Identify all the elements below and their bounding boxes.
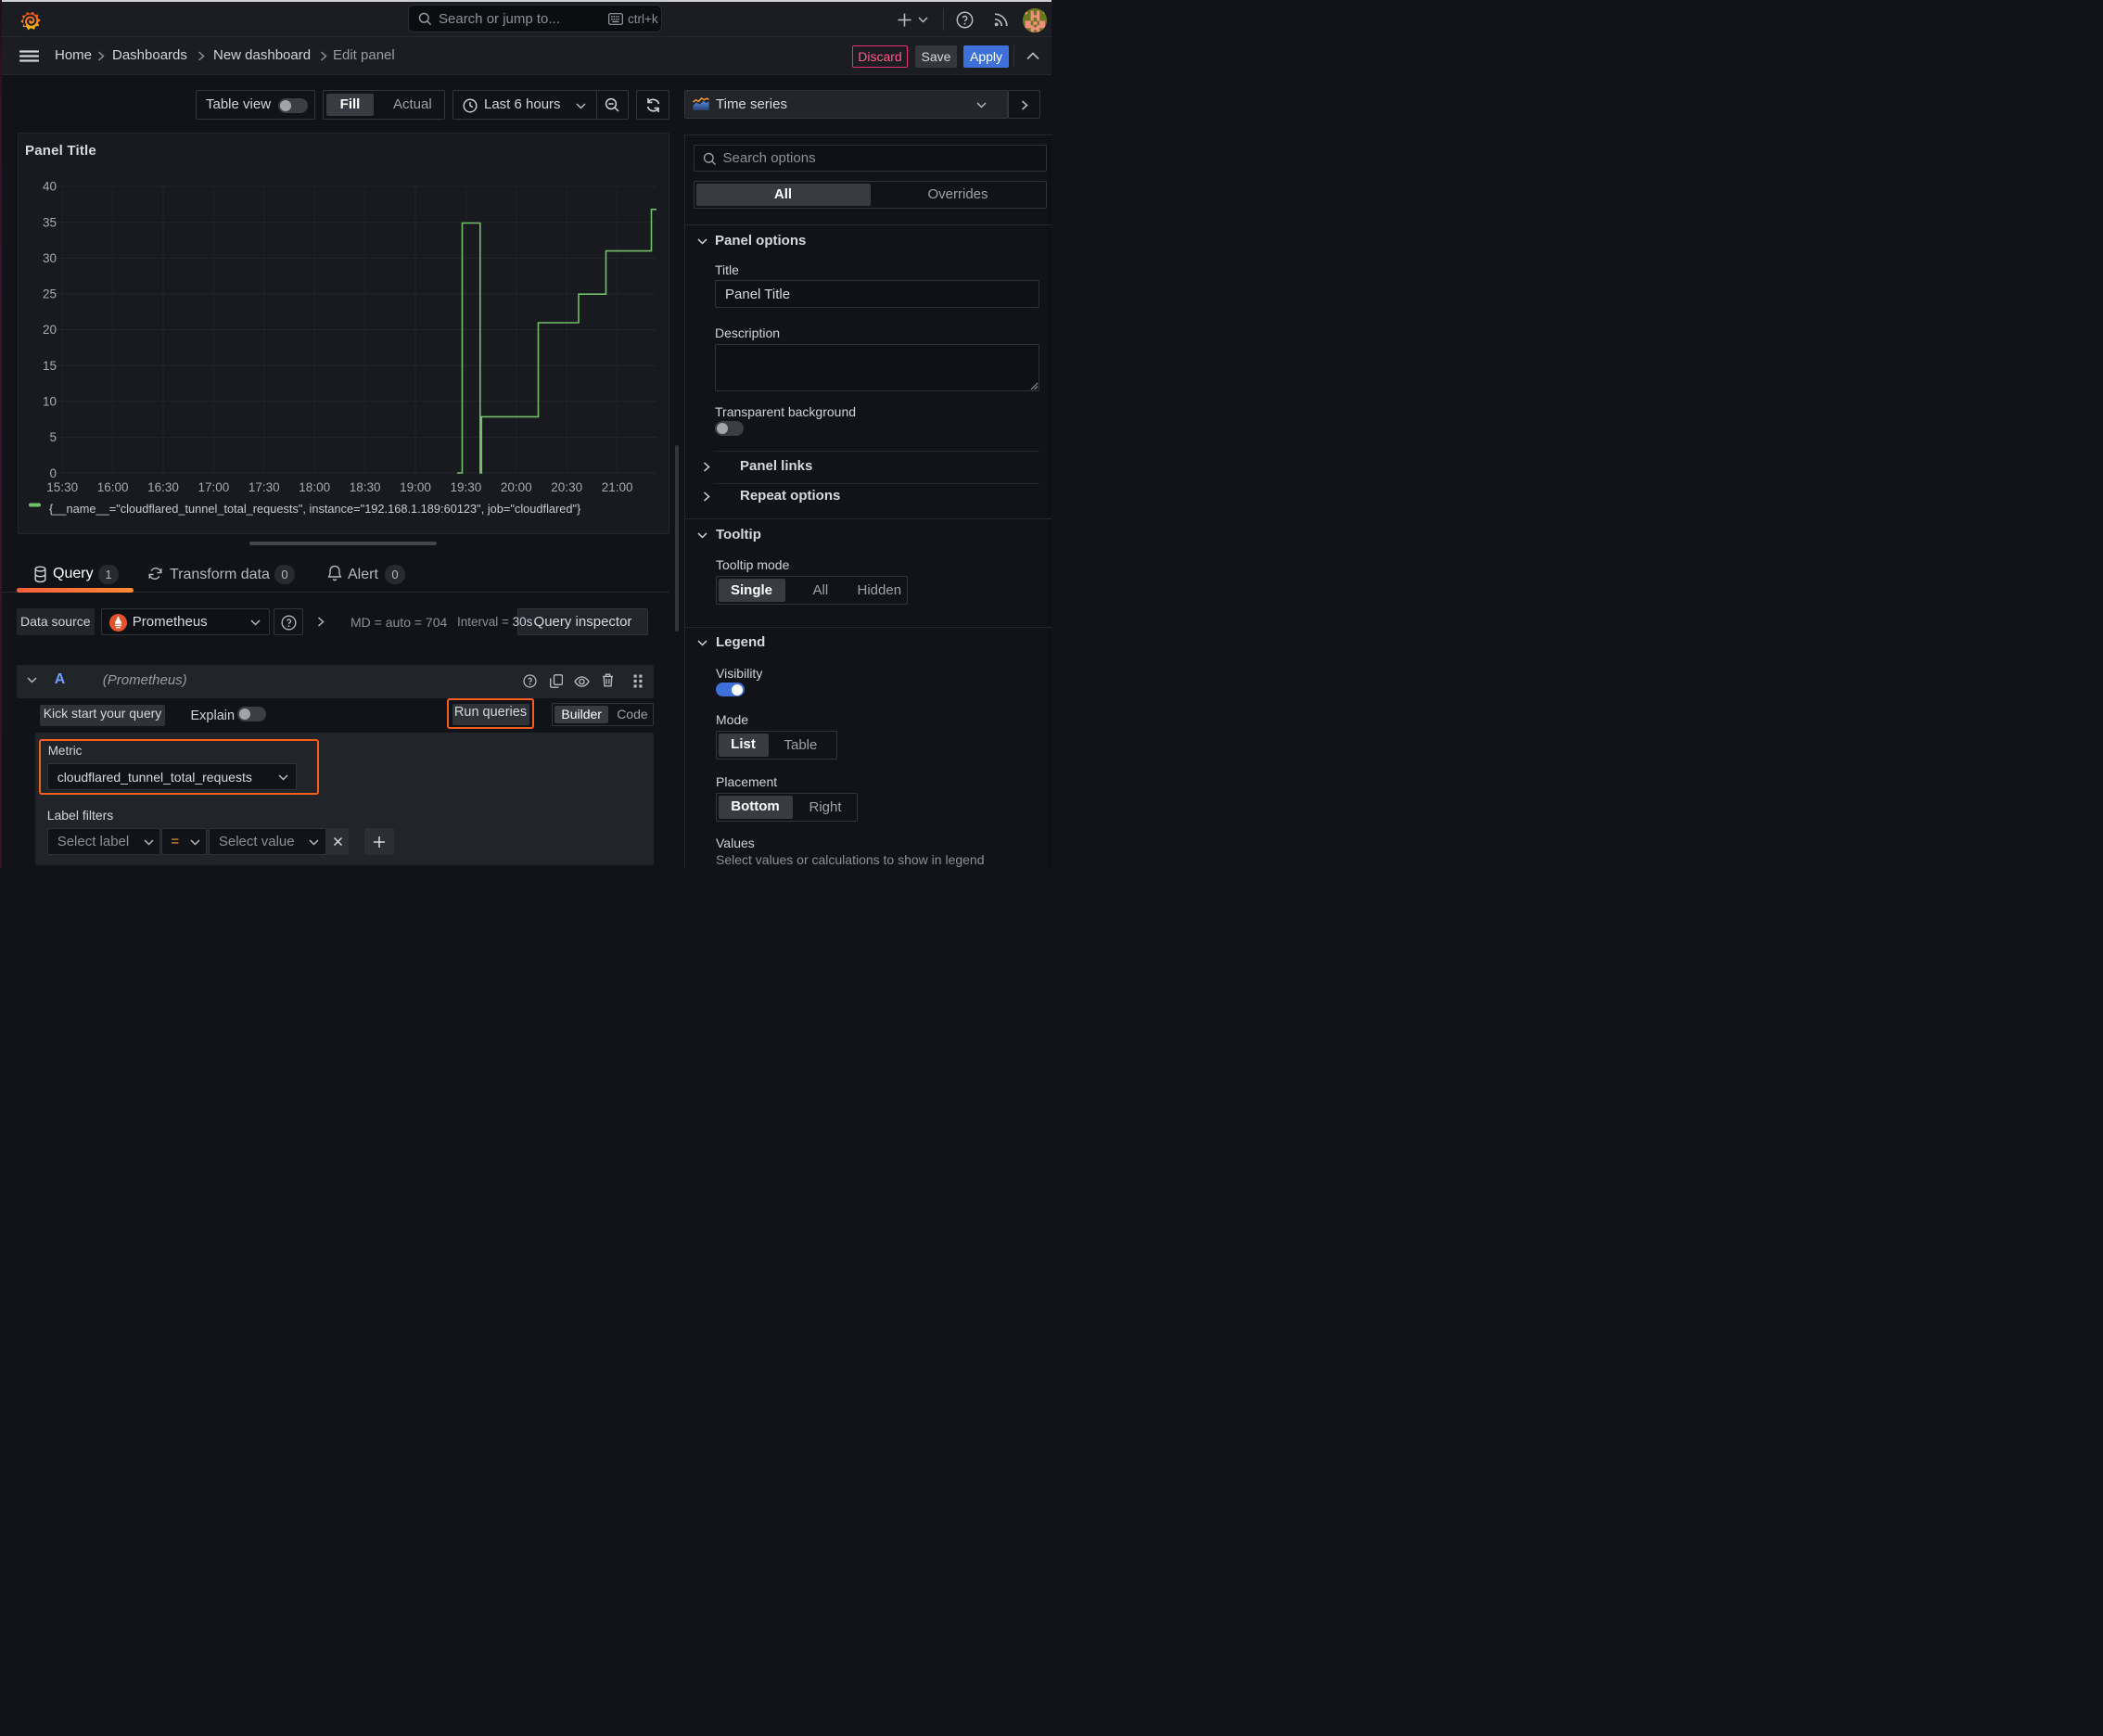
svg-text:20: 20 (43, 323, 57, 337)
svg-text:15:30: 15:30 (46, 480, 78, 494)
svg-text:19:30: 19:30 (451, 480, 482, 494)
svg-text:0: 0 (49, 466, 57, 480)
svg-text:20:00: 20:00 (501, 480, 532, 494)
svg-text:10: 10 (43, 395, 57, 409)
svg-text:20:30: 20:30 (551, 480, 582, 494)
svg-text:19:00: 19:00 (400, 480, 431, 494)
svg-text:5: 5 (49, 430, 57, 444)
svg-text:16:30: 16:30 (147, 480, 179, 494)
svg-text:25: 25 (43, 287, 57, 301)
svg-text:30: 30 (43, 251, 57, 265)
svg-text:16:00: 16:00 (97, 480, 129, 494)
svg-text:35: 35 (43, 215, 57, 229)
svg-text:18:30: 18:30 (350, 480, 381, 494)
svg-text:17:00: 17:00 (198, 480, 230, 494)
svg-text:21:00: 21:00 (602, 480, 633, 494)
svg-text:{__name__="cloudflared_tunnel_: {__name__="cloudflared_tunnel_total_requ… (49, 502, 581, 516)
svg-text:18:00: 18:00 (299, 480, 330, 494)
svg-text:40: 40 (43, 180, 57, 194)
svg-text:17:30: 17:30 (249, 480, 280, 494)
svg-text:15: 15 (43, 359, 57, 373)
